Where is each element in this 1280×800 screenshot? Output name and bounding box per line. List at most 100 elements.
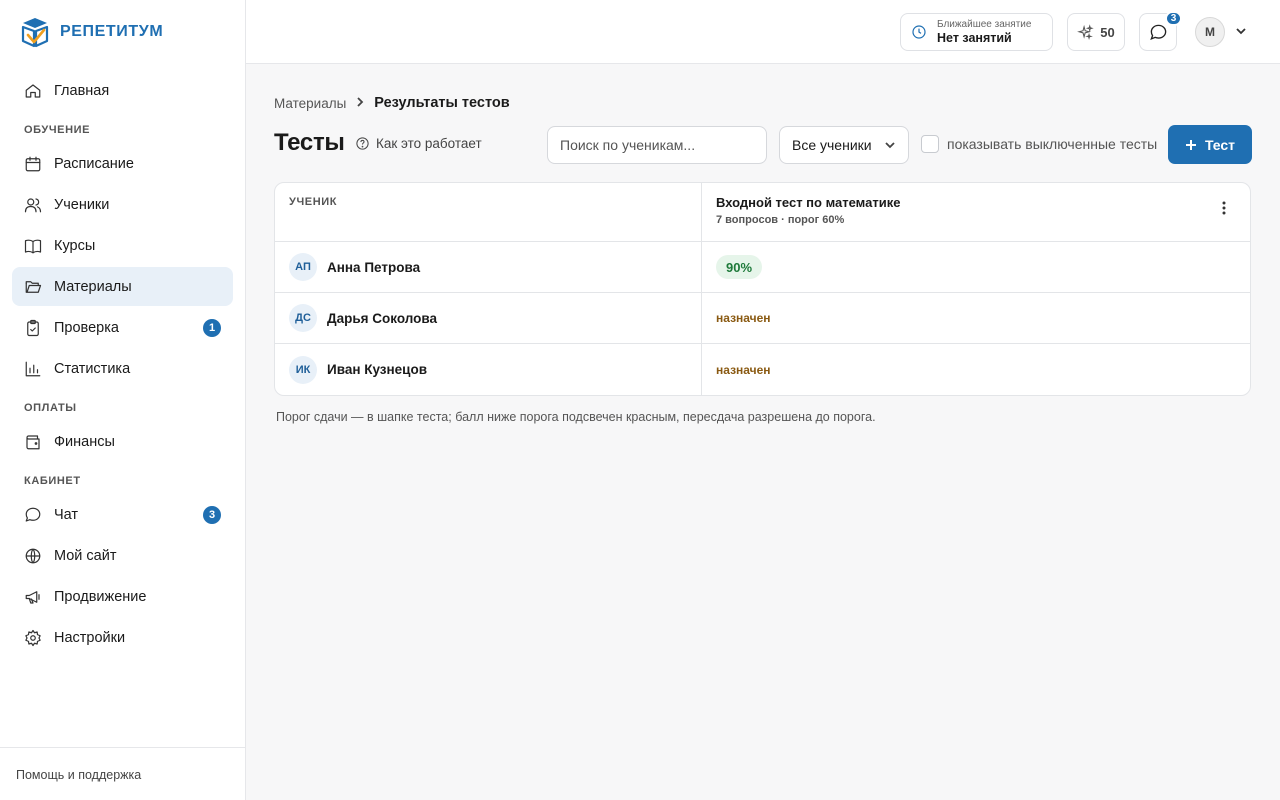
result-cell[interactable]: назначен — [702, 344, 1250, 395]
sidebar-item-label: Настройки — [54, 629, 126, 646]
chat-bubble-icon — [1149, 24, 1166, 40]
megaphone-icon — [24, 588, 42, 606]
sidebar-item-label: Финансы — [54, 433, 115, 450]
sidebar-item-statistics[interactable]: Статистика — [12, 349, 233, 388]
topbar: Ближайшее занятие Нет занятий 50 3 М — [246, 0, 1280, 64]
sidebar-item-schedule[interactable]: Расписание — [12, 144, 233, 183]
result-cell[interactable]: назначен — [702, 293, 1250, 343]
page-title: Тесты — [274, 129, 345, 156]
students-filter-value: Все ученики — [792, 137, 872, 153]
sidebar-item-label: Мой сайт — [54, 547, 117, 564]
user-avatar[interactable]: М — [1195, 17, 1225, 47]
sidebar-item-label: Курсы — [54, 237, 96, 254]
chat-icon — [24, 506, 42, 524]
students-filter-select[interactable]: Все ученики — [779, 126, 909, 164]
sidebar-item-my-site[interactable]: Мой сайт — [12, 536, 233, 575]
brand-logo-icon — [21, 18, 49, 48]
help-circle-icon — [356, 137, 369, 150]
student-initials-avatar: ДС — [289, 304, 317, 332]
chat-button[interactable]: 3 — [1139, 11, 1182, 51]
student-name: Иван Кузнецов — [327, 362, 428, 377]
next-lesson-label: Ближайшее занятие — [937, 19, 1032, 31]
chevron-down-icon[interactable] — [1234, 24, 1248, 38]
sidebar-item-label: Чат — [54, 506, 79, 523]
breadcrumb-materials-link[interactable]: Материалы — [274, 96, 346, 111]
help-support-link[interactable]: Помощь и поддержка — [0, 747, 245, 800]
chat-unread-badge: 3 — [1165, 11, 1182, 26]
sparkles-icon — [1077, 23, 1094, 40]
test-meta: 7 вопросов · порог 60% — [716, 214, 845, 226]
show-disabled-toggle[interactable]: показывать выключенные тесты — [921, 135, 1157, 153]
student-initials-avatar: ИК — [289, 355, 317, 384]
column-header-test[interactable]: Входной тест по математике 7 вопросов · … — [702, 183, 1250, 241]
book-icon — [24, 237, 42, 255]
table-row: ИК Иван Кузнецов назначен — [275, 344, 1250, 395]
chat-count-badge: 3 — [203, 506, 221, 524]
sidebar-item-materials[interactable]: Материалы — [12, 267, 233, 306]
sidebar-item-courses[interactable]: Курсы — [12, 226, 233, 265]
sidebar-item-chat[interactable]: Чат 3 — [12, 495, 233, 534]
section-label-cabinet: КАБИНЕТ — [24, 475, 81, 487]
folder-icon — [24, 278, 42, 296]
gear-icon — [24, 629, 42, 647]
sidebar-item-label: Расписание — [54, 155, 134, 172]
student-cell[interactable]: ИК Иван Кузнецов — [275, 344, 702, 395]
student-cell[interactable]: АП Анна Петрова — [275, 242, 702, 292]
calendar-icon — [24, 155, 42, 173]
sidebar-item-finance[interactable]: Финансы — [12, 422, 233, 461]
points-value: 50 — [1100, 24, 1115, 40]
sidebar-item-label: Главная — [54, 82, 110, 99]
brand-name: РЕПЕТИТУМ — [60, 23, 164, 40]
sidebar-item-promotion[interactable]: Продвижение — [12, 577, 233, 616]
result-cell[interactable]: 90% — [702, 242, 1250, 292]
wallet-icon — [24, 433, 42, 451]
breadcrumb: Материалы Результаты тестов — [274, 95, 510, 111]
how-it-works-link[interactable]: Как это работает — [355, 136, 482, 151]
clipboard-icon — [24, 319, 42, 337]
chevron-down-icon — [885, 142, 895, 149]
score-badge: 90% — [716, 255, 763, 279]
section-label-education: ОБУЧЕНИЕ — [24, 124, 91, 136]
next-lesson-value: Нет занятий — [937, 30, 1012, 45]
review-count-badge: 1 — [203, 319, 221, 337]
users-icon — [24, 196, 42, 214]
sidebar-nav: Главная ОБУЧЕНИЕ Расписание Ученики Курс… — [12, 71, 233, 659]
sidebar-item-label: Проверка — [54, 319, 119, 336]
sidebar-item-label: Статистика — [54, 360, 131, 377]
table-header: УЧЕНИК Входной тест по математике 7 вопр… — [275, 183, 1250, 242]
add-test-label: Тест — [1204, 136, 1236, 153]
student-name: Анна Петрова — [327, 259, 421, 275]
column-header-student: УЧЕНИК — [275, 183, 702, 241]
plus-icon — [1185, 139, 1196, 150]
sidebar-item-home[interactable]: Главная — [12, 71, 233, 110]
more-vertical-icon[interactable] — [1216, 199, 1232, 217]
points-button[interactable]: 50 — [1067, 13, 1125, 51]
test-title: Входной тест по математике — [716, 195, 901, 210]
clock-icon — [912, 25, 926, 39]
how-it-works-label: Как это работает — [376, 136, 482, 151]
section-label-payments: ОПЛАТЫ — [24, 402, 77, 414]
sidebar: РЕПЕТИТУМ Главная ОБУЧЕНИЕ Расписание Уч… — [0, 0, 246, 800]
add-test-button[interactable]: Тест — [1168, 125, 1252, 164]
sidebar-item-students[interactable]: Ученики — [12, 185, 233, 224]
show-disabled-checkbox[interactable] — [921, 135, 939, 153]
table-row: ДС Дарья Соколова назначен — [275, 293, 1250, 344]
student-initials-avatar: АП — [289, 253, 317, 281]
chart-icon — [24, 360, 42, 378]
student-cell[interactable]: ДС Дарья Соколова — [275, 293, 702, 343]
assigned-status: назначен — [716, 362, 771, 377]
next-lesson-widget[interactable]: Ближайшее занятие Нет занятий — [900, 13, 1053, 51]
results-table: УЧЕНИК Входной тест по математике 7 вопр… — [274, 182, 1251, 396]
threshold-note: Порог сдачи — в шапке теста; балл ниже п… — [276, 410, 876, 424]
home-icon — [24, 82, 42, 100]
assigned-status: назначен — [716, 311, 771, 325]
show-disabled-label: показывать выключенные тесты — [947, 136, 1158, 152]
brand[interactable]: РЕПЕТИТУМ — [20, 16, 163, 48]
breadcrumb-current: Результаты тестов — [374, 95, 510, 111]
chevron-right-icon — [354, 96, 366, 111]
student-search-input[interactable] — [547, 126, 767, 164]
sidebar-item-settings[interactable]: Настройки — [12, 618, 233, 657]
table-row: АП Анна Петрова 90% — [275, 242, 1250, 293]
sidebar-item-review[interactable]: Проверка 1 — [12, 308, 233, 347]
sidebar-item-label: Материалы — [54, 278, 132, 295]
